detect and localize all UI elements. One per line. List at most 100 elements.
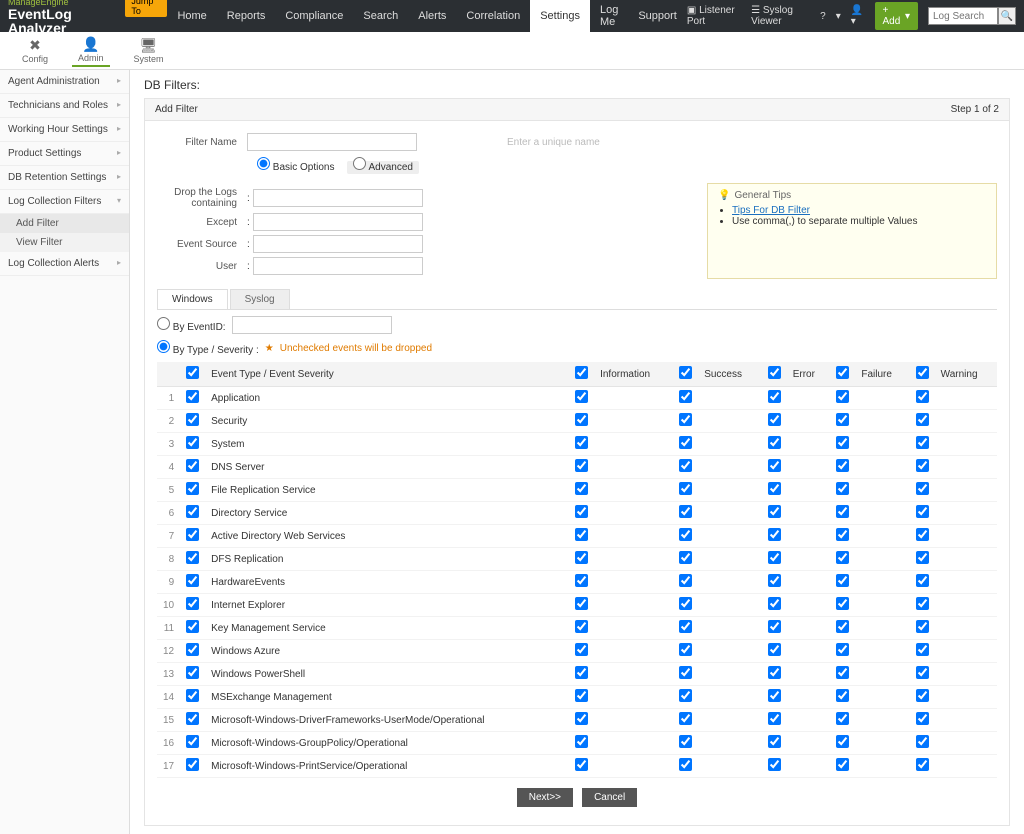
row-checkbox[interactable]	[186, 597, 199, 610]
cell-checkbox[interactable]	[575, 597, 588, 610]
cell-checkbox[interactable]	[679, 620, 692, 633]
user-icon[interactable]: 👤▾	[851, 5, 865, 27]
cell-checkbox[interactable]	[836, 574, 849, 587]
cell-checkbox[interactable]	[836, 689, 849, 702]
cell-checkbox[interactable]	[679, 712, 692, 725]
listener-port-link[interactable]: ▣ Listener Port	[687, 5, 741, 27]
cell-checkbox[interactable]	[575, 551, 588, 564]
by-eventid-radio[interactable]: By EventID:	[157, 317, 226, 333]
cell-checkbox[interactable]	[768, 597, 781, 610]
cell-checkbox[interactable]	[836, 528, 849, 541]
nav-reports[interactable]: Reports	[217, 0, 276, 32]
sidebar-sub-add-filter[interactable]: Add Filter	[0, 214, 129, 233]
cell-checkbox[interactable]	[916, 528, 929, 541]
cell-checkbox[interactable]	[836, 597, 849, 610]
nav-home[interactable]: Home	[167, 0, 216, 32]
sidebar-sub-view-filter[interactable]: View Filter	[0, 233, 129, 252]
cell-checkbox[interactable]	[836, 666, 849, 679]
cell-checkbox[interactable]	[916, 390, 929, 403]
cell-checkbox[interactable]	[575, 758, 588, 771]
cell-checkbox[interactable]	[916, 666, 929, 679]
eventid-input[interactable]	[232, 316, 392, 334]
advanced-radio[interactable]: Advanced	[347, 161, 419, 174]
cell-checkbox[interactable]	[679, 390, 692, 403]
cell-checkbox[interactable]	[575, 574, 588, 587]
nav-support[interactable]: Support	[628, 0, 687, 32]
cell-checkbox[interactable]	[575, 528, 588, 541]
row-checkbox[interactable]	[186, 390, 199, 403]
event-source-input[interactable]	[253, 235, 423, 253]
cell-checkbox[interactable]	[768, 413, 781, 426]
row-checkbox[interactable]	[186, 689, 199, 702]
cell-checkbox[interactable]	[768, 643, 781, 656]
cell-checkbox[interactable]	[836, 551, 849, 564]
col-failure-checkbox[interactable]	[836, 366, 849, 379]
header-checkbox[interactable]	[186, 366, 199, 379]
cell-checkbox[interactable]	[836, 758, 849, 771]
row-checkbox[interactable]	[186, 643, 199, 656]
by-type-radio[interactable]: By Type / Severity :	[157, 340, 259, 356]
row-checkbox[interactable]	[186, 482, 199, 495]
cell-checkbox[interactable]	[836, 620, 849, 633]
cell-checkbox[interactable]	[768, 390, 781, 403]
add-button[interactable]: + Add ▾	[875, 2, 918, 30]
cell-checkbox[interactable]	[575, 689, 588, 702]
cell-checkbox[interactable]	[916, 436, 929, 449]
jump-to-badge[interactable]: Jump To	[125, 0, 167, 17]
cell-checkbox[interactable]	[768, 689, 781, 702]
syslog-viewer-link[interactable]: ☰ Syslog Viewer	[751, 5, 810, 27]
cell-checkbox[interactable]	[679, 574, 692, 587]
cell-checkbox[interactable]	[679, 505, 692, 518]
col-info-checkbox[interactable]	[575, 366, 588, 379]
cell-checkbox[interactable]	[916, 413, 929, 426]
search-button[interactable]: 🔍	[998, 7, 1016, 25]
cell-checkbox[interactable]	[768, 758, 781, 771]
cell-checkbox[interactable]	[575, 413, 588, 426]
row-checkbox[interactable]	[186, 574, 199, 587]
nav-alerts[interactable]: Alerts	[408, 0, 456, 32]
cell-checkbox[interactable]	[575, 666, 588, 679]
log-search-input[interactable]	[928, 7, 998, 25]
sidebar-product-settings[interactable]: Product Settings▸	[0, 142, 129, 166]
cell-checkbox[interactable]	[679, 735, 692, 748]
row-checkbox[interactable]	[186, 666, 199, 679]
cell-checkbox[interactable]	[679, 597, 692, 610]
cell-checkbox[interactable]	[575, 436, 588, 449]
nav-correlation[interactable]: Correlation	[456, 0, 530, 32]
drop-logs-input[interactable]	[253, 189, 423, 207]
cell-checkbox[interactable]	[836, 390, 849, 403]
cell-checkbox[interactable]	[679, 413, 692, 426]
cell-checkbox[interactable]	[768, 528, 781, 541]
cell-checkbox[interactable]	[679, 689, 692, 702]
basic-options-radio[interactable]: Basic Options	[257, 162, 334, 173]
col-error-checkbox[interactable]	[768, 366, 781, 379]
cell-checkbox[interactable]	[916, 597, 929, 610]
cell-checkbox[interactable]	[679, 459, 692, 472]
cell-checkbox[interactable]	[836, 413, 849, 426]
cell-checkbox[interactable]	[836, 735, 849, 748]
sidebar-log-collection-alerts[interactable]: Log Collection Alerts▸	[0, 252, 129, 276]
cell-checkbox[interactable]	[916, 758, 929, 771]
subnav-system[interactable]: 🖥System	[128, 35, 170, 66]
next-button[interactable]: Next>>	[517, 788, 573, 807]
col-warning-checkbox[interactable]	[916, 366, 929, 379]
cell-checkbox[interactable]	[679, 758, 692, 771]
cell-checkbox[interactable]	[768, 620, 781, 633]
row-checkbox[interactable]	[186, 735, 199, 748]
cell-checkbox[interactable]	[836, 505, 849, 518]
row-checkbox[interactable]	[186, 712, 199, 725]
cell-checkbox[interactable]	[768, 712, 781, 725]
user-input[interactable]	[253, 257, 423, 275]
cell-checkbox[interactable]	[679, 482, 692, 495]
subnav-admin[interactable]: 👤Admin	[72, 34, 110, 67]
cell-checkbox[interactable]	[916, 459, 929, 472]
cell-checkbox[interactable]	[768, 482, 781, 495]
cell-checkbox[interactable]	[575, 459, 588, 472]
cell-checkbox[interactable]	[916, 482, 929, 495]
tips-link[interactable]: Tips For DB Filter	[732, 205, 810, 216]
row-checkbox[interactable]	[186, 758, 199, 771]
cell-checkbox[interactable]	[768, 666, 781, 679]
cell-checkbox[interactable]	[679, 436, 692, 449]
nav-log-me[interactable]: Log Me	[590, 0, 628, 32]
cell-checkbox[interactable]	[679, 666, 692, 679]
